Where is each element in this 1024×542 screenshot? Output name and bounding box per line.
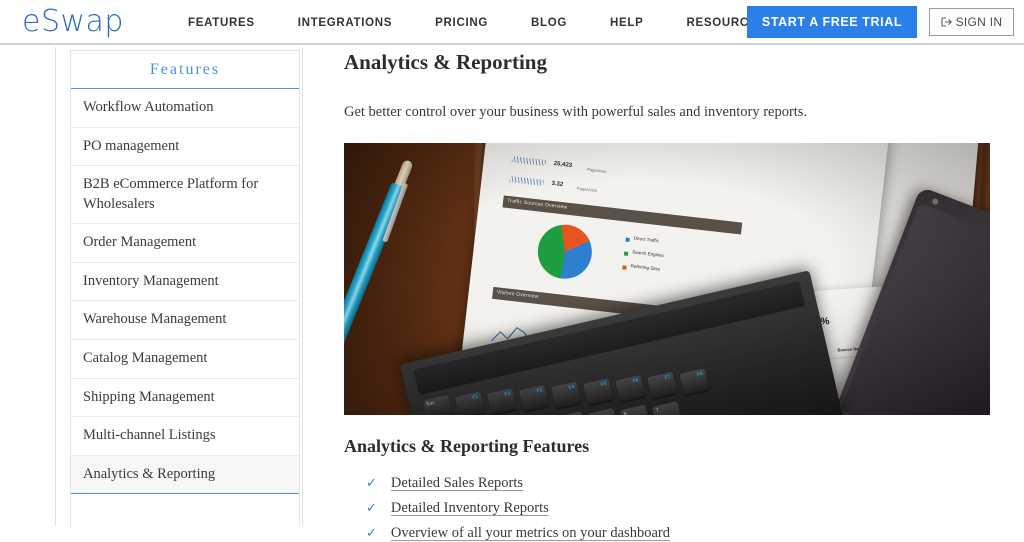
left-rail-divider <box>55 47 56 526</box>
key-f1: F1 <box>455 391 485 415</box>
site-header: eSwap FEATURES INTEGRATIONS PRICING BLOG… <box>0 0 1024 45</box>
hero-legend-swatch-referring <box>622 265 626 269</box>
sidebar-item-catalog-management[interactable]: Catalog Management <box>71 340 299 379</box>
feature-link-detailed-sales-reports[interactable]: Detailed Sales Reports <box>391 475 523 492</box>
features-list: ✓ Detailed Sales Reports ✓ Detailed Inve… <box>344 475 994 542</box>
hero-sparkline-1 <box>512 156 546 166</box>
key-f5: F5 <box>583 378 613 405</box>
nav-item-help[interactable]: HELP <box>610 17 669 29</box>
nav-item-features[interactable]: FEATURES <box>188 17 281 29</box>
key-3: 3 <box>524 414 555 415</box>
hero-legend-swatch-direct <box>625 238 629 242</box>
list-item: ✓ Overview of all your metrics on your d… <box>344 525 994 542</box>
key-5: 5 <box>588 408 619 415</box>
sign-in-button[interactable]: SIGN IN <box>929 8 1014 36</box>
hero-pagespervisit-value: 3.32 <box>551 181 563 188</box>
hero-pagespervisit-label: Pages/Visit <box>577 186 597 193</box>
login-arrow-icon <box>941 16 953 28</box>
feature-link-overview-metrics-dashboard[interactable]: Overview of all your metrics on your das… <box>391 525 670 542</box>
sidebar-item-inventory-management[interactable]: Inventory Management <box>71 263 299 302</box>
list-item: ✓ Detailed Inventory Reports <box>344 500 994 517</box>
sidebar-item-warehouse-management[interactable]: Warehouse Management <box>71 301 299 340</box>
features-sidebar: Features Workflow Automation PO manageme… <box>70 50 300 526</box>
hero-legend-label-referring: Referring Sites <box>630 263 660 271</box>
sidebar-item-shipping-management[interactable]: Shipping Management <box>71 379 299 418</box>
hero-traffic-pie-chart <box>535 222 595 282</box>
main-content: Analytics & Reporting Get better control… <box>344 47 994 526</box>
logo[interactable]: eSwap <box>22 4 124 39</box>
sidebar-item-multi-channel-listings[interactable]: Multi-channel Listings <box>71 417 299 456</box>
hero-sparkline-2 <box>509 176 543 186</box>
list-item: ✓ Detailed Sales Reports <box>344 475 994 492</box>
sidebar-item-order-management[interactable]: Order Management <box>71 224 299 263</box>
hero-legend-label-direct: Direct Traffic <box>634 235 660 243</box>
sidebar-item-po-management[interactable]: PO management <box>71 128 299 167</box>
hero-legend-swatch-search <box>624 251 628 255</box>
hero-image: 43.64% Bounce Rate 00:04:08 Avg. Time on… <box>344 143 990 415</box>
sidebar-title: Features <box>71 51 299 89</box>
page-title: Analytics & Reporting <box>344 50 994 75</box>
page-intro-text: Get better control over your business wi… <box>344 104 994 121</box>
nav-item-pricing[interactable]: PRICING <box>435 17 514 29</box>
sidebar-item-workflow-automation[interactable]: Workflow Automation <box>71 89 299 128</box>
key-f3: F3 <box>519 385 549 412</box>
hero-pageviews-value: 25,423 <box>553 161 572 169</box>
key-esc: Esc <box>423 395 453 415</box>
check-icon: ✓ <box>366 502 377 515</box>
key-f8: F8 <box>679 368 709 395</box>
nav-item-blog[interactable]: BLOG <box>531 17 593 29</box>
phone-camera-icon <box>931 198 939 206</box>
check-icon: ✓ <box>366 477 377 490</box>
key-4: 4 <box>556 411 587 415</box>
features-section-title: Analytics & Reporting Features <box>344 436 994 457</box>
sign-in-label: SIGN IN <box>956 15 1003 29</box>
key-f4: F4 <box>551 381 581 408</box>
key-f6: F6 <box>615 375 645 402</box>
start-free-trial-button[interactable]: START A FREE TRIAL <box>747 6 917 38</box>
key-7: 7 <box>652 401 683 415</box>
nav-item-integrations[interactable]: INTEGRATIONS <box>298 17 418 29</box>
key-f2: F2 <box>487 388 517 415</box>
hero-legend-label-search: Search Engines <box>632 249 664 258</box>
key-6: 6 <box>620 405 651 415</box>
main-navigation: FEATURES INTEGRATIONS PRICING BLOG HELP … <box>188 0 766 45</box>
feature-link-detailed-inventory-reports[interactable]: Detailed Inventory Reports <box>391 500 549 517</box>
sidebar-item-analytics-reporting[interactable]: Analytics & Reporting <box>71 456 299 495</box>
hero-pageviews-label: Pageviews <box>587 167 607 174</box>
key-f7: F7 <box>647 372 677 399</box>
sidebar-right-divider <box>302 47 303 526</box>
sidebar-item-b2b-ecommerce-platform[interactable]: B2B eCommerce Platform for Wholesalers <box>71 166 299 224</box>
check-icon: ✓ <box>366 527 377 540</box>
